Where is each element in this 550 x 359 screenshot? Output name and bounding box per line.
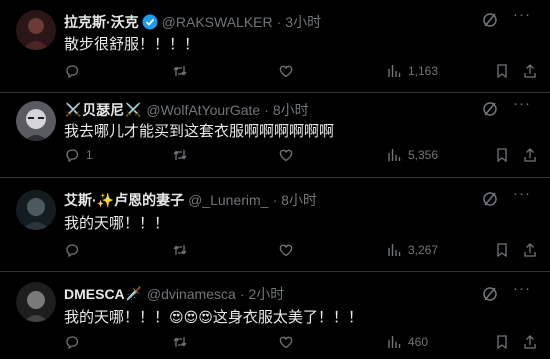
retweet-button[interactable] — [172, 147, 188, 163]
separator: · — [272, 192, 278, 208]
display-name[interactable]: DMESCA — [64, 286, 125, 302]
more-options-icon[interactable]: ··· — [512, 281, 532, 300]
timestamp[interactable]: 2小时 — [248, 284, 284, 304]
tweet-text-part: 这身衣服太美了！！！ — [212, 309, 363, 326]
tweet-header: ⚔️ 贝瑟尼 ⚔️ @WolfAtYourGate · 8小时 — [64, 100, 534, 120]
view-count: 3,267 — [408, 243, 439, 257]
display-name[interactable]: 艾斯·✨卢恩的妻子 — [64, 190, 184, 210]
views-button[interactable]: 3,267 — [386, 242, 438, 258]
grok-icon[interactable] — [482, 12, 498, 28]
bookmark-button[interactable] — [494, 242, 510, 258]
timeline: 拉克斯·沃克 @RAKSWALKER · 3小时 ··· 散步很舒服！！！！ 1… — [0, 0, 550, 359]
separator: · — [276, 14, 282, 30]
share-button[interactable] — [522, 242, 538, 258]
grok-icon[interactable] — [482, 101, 498, 117]
timestamp[interactable]: 3小时 — [285, 12, 321, 32]
view-count: 1,163 — [408, 64, 439, 78]
tweet-actions: 1,163 — [64, 61, 536, 81]
bookmark-button[interactable] — [494, 147, 510, 163]
timestamp[interactable]: 8小时 — [281, 190, 317, 210]
tweet-actions: 3,267 — [64, 240, 536, 260]
timestamp[interactable]: 8小时 — [273, 100, 309, 120]
tweet-text: 散步很舒服！！！！ — [64, 36, 200, 53]
like-button[interactable] — [278, 63, 294, 79]
tweet-text: 我去哪儿才能买到这套衣服啊啊啊啊啊啊 — [64, 123, 335, 140]
tweet[interactable]: 艾斯·✨卢恩的妻子 @_Lunerim_ · 8小时 ··· 我的天哪！！！ 3… — [0, 178, 550, 272]
dagger-emoji: 🗡️ — [125, 286, 142, 301]
more-options-icon[interactable]: ··· — [512, 186, 532, 205]
view-count: 5,356 — [408, 148, 439, 162]
tweet-text: 我的天哪！！！😍😍😍这身衣服太美了！！！ — [64, 307, 534, 328]
separator: · — [264, 102, 269, 118]
handle[interactable]: @dvinamesca — [147, 286, 236, 302]
heart-eyes-emoji: 😍😍😍 — [169, 309, 213, 325]
reply-button[interactable]: 1 — [64, 147, 93, 163]
tweet-header: 拉克斯·沃克 @RAKSWALKER · 3小时 — [64, 12, 534, 32]
grok-icon[interactable] — [482, 191, 498, 207]
tweet[interactable]: DMESCA 🗡️ @dvinamesca · 2小时 ··· 我的天哪！！！😍… — [0, 272, 550, 359]
tweet-header: 艾斯·✨卢恩的妻子 @_Lunerim_ · 8小时 — [64, 190, 534, 210]
verified-badge-icon — [142, 14, 158, 30]
display-name[interactable]: 拉克斯·沃克 — [64, 12, 139, 32]
views-button[interactable]: 5,356 — [386, 147, 438, 163]
reply-button[interactable] — [64, 242, 80, 258]
handle[interactable]: @WolfAtYourGate — [146, 102, 260, 118]
separator: · — [239, 286, 245, 302]
sword-emoji: ⚔️ — [65, 102, 82, 117]
handle[interactable]: @RAKSWALKER — [162, 14, 273, 30]
tweet-text: 我的天哪！！！ — [64, 215, 170, 232]
tweet-text-part: 我的天哪！！！ — [64, 309, 170, 326]
tweet-actions: 1 5,356 — [64, 145, 536, 165]
reply-button[interactable] — [64, 63, 80, 79]
bookmark-button[interactable] — [494, 334, 510, 350]
views-button[interactable]: 1,163 — [386, 63, 438, 79]
more-options-icon[interactable]: ··· — [512, 7, 532, 26]
tweet[interactable]: ⚔️ 贝瑟尼 ⚔️ @WolfAtYourGate · 8小时 ··· 我去哪儿… — [0, 93, 550, 178]
views-button[interactable]: 460 — [386, 334, 428, 350]
retweet-button[interactable] — [172, 334, 188, 350]
display-name[interactable]: 贝瑟尼 — [82, 100, 124, 120]
retweet-button[interactable] — [172, 242, 188, 258]
grok-icon[interactable] — [482, 286, 498, 302]
avatar[interactable] — [16, 10, 56, 50]
reply-count: 1 — [86, 148, 93, 162]
like-button[interactable] — [278, 242, 294, 258]
tweet-header: DMESCA 🗡️ @dvinamesca · 2小时 — [64, 284, 534, 304]
like-button[interactable] — [278, 334, 294, 350]
share-button[interactable] — [522, 147, 538, 163]
view-count: 460 — [408, 335, 429, 349]
reply-button[interactable] — [64, 334, 80, 350]
share-button[interactable] — [522, 334, 538, 350]
like-button[interactable] — [278, 147, 294, 163]
avatar[interactable] — [16, 190, 56, 230]
tweet-actions: 460 — [64, 332, 536, 352]
retweet-button[interactable] — [172, 63, 188, 79]
more-options-icon[interactable]: ··· — [512, 96, 532, 115]
avatar[interactable] — [16, 101, 56, 141]
tweet[interactable]: 拉克斯·沃克 @RAKSWALKER · 3小时 ··· 散步很舒服！！！！ 1… — [0, 0, 550, 93]
sword-emoji: ⚔️ — [125, 102, 142, 117]
avatar[interactable] — [16, 282, 56, 322]
bookmark-button[interactable] — [494, 63, 510, 79]
handle[interactable]: @_Lunerim_ — [188, 192, 268, 208]
share-button[interactable] — [522, 63, 538, 79]
